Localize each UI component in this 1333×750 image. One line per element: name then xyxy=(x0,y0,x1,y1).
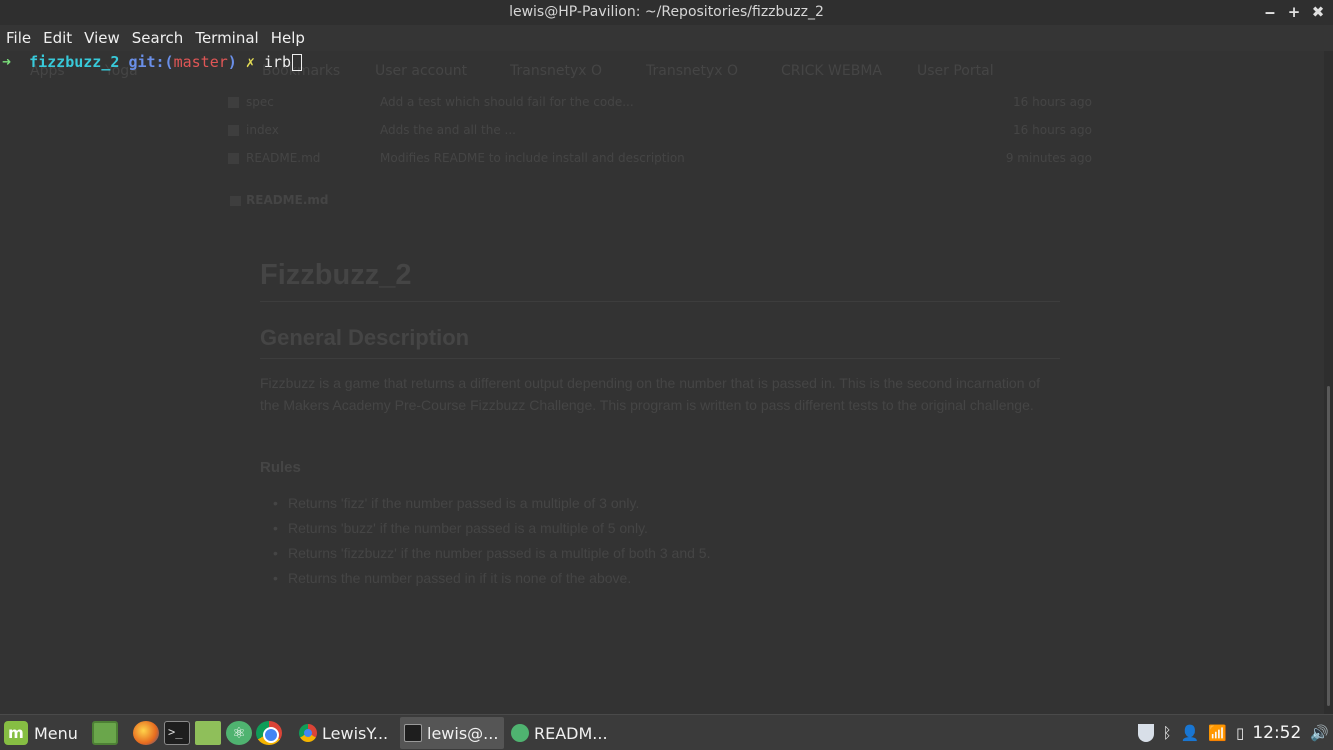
list-item: Returns 'fizzbuzz' if the number passed … xyxy=(273,541,710,566)
terminal-scrollbar[interactable] xyxy=(1324,51,1333,714)
commit-message: Modifies README to include install and d… xyxy=(380,151,685,165)
chrome-icon xyxy=(299,724,317,742)
prompt-branch: master xyxy=(173,53,228,71)
menu-file[interactable]: File xyxy=(6,29,31,47)
background-browser-ghost: Apps Yoga Bookmarks User account Transne… xyxy=(0,51,1324,714)
menu-view[interactable]: View xyxy=(84,29,120,47)
firefox-icon[interactable] xyxy=(133,721,159,745)
start-menu-button[interactable]: m Menu xyxy=(4,721,78,745)
commit-message: Adds the and all the ... xyxy=(380,123,516,137)
commit-message: Add a test which should fail for the cod… xyxy=(380,95,634,109)
menu-edit[interactable]: Edit xyxy=(43,29,72,47)
divider xyxy=(260,301,1060,302)
book-icon xyxy=(230,196,241,206)
file-row: index Adds the and all the ... 16 hours … xyxy=(228,121,1098,141)
taskbar: m Menu >_ ⚛ LewisY... lewis@... READM...… xyxy=(0,714,1333,750)
terminal-area[interactable]: Apps Yoga Bookmarks User account Transne… xyxy=(0,51,1324,714)
atom-icon xyxy=(511,724,529,742)
bookmark-item: User Portal xyxy=(917,63,994,79)
system-tray: ᛒ 👤 📶 ▯ 12:52 🔊 xyxy=(1137,715,1333,750)
file-name: README.md xyxy=(246,151,321,165)
menu-help[interactable]: Help xyxy=(271,29,305,47)
prompt-git-close: ) xyxy=(227,53,237,71)
minimize-button[interactable]: ‒ xyxy=(1263,2,1277,22)
wifi-icon[interactable]: 📶 xyxy=(1208,724,1227,742)
task-terminal-window[interactable]: lewis@... xyxy=(400,717,504,749)
prompt-arrow: ➜ xyxy=(2,53,12,71)
rules-list: Returns 'fizz' if the number passed is a… xyxy=(273,491,710,591)
file-icon xyxy=(228,153,239,164)
commit-age: 9 minutes ago xyxy=(1005,151,1092,165)
maximize-button[interactable]: + xyxy=(1287,2,1301,22)
typed-command: irb xyxy=(263,53,291,71)
shield-icon[interactable] xyxy=(1137,724,1154,742)
file-name: spec xyxy=(246,95,274,109)
list-item: Returns the number passed in if it is no… xyxy=(273,566,710,591)
menu-terminal[interactable]: Terminal xyxy=(195,29,258,47)
readme-title: Fizzbuzz_2 xyxy=(260,259,412,291)
file-row: spec Add a test which should fail for th… xyxy=(228,93,1098,113)
readme-subheading: Rules xyxy=(260,459,301,476)
folder-icon xyxy=(228,97,239,108)
readme-label: README.md xyxy=(246,193,329,207)
file-row: README.md Modifies README to include ins… xyxy=(228,149,1098,169)
window-title: lewis@HP-Pavilion: ~/Repositories/fizzbu… xyxy=(509,4,824,20)
bookmark-item: Transnetyx O xyxy=(510,63,603,79)
terminal-menubar: File Edit View Search Terminal Help xyxy=(0,25,1333,51)
volume-icon[interactable]: 🔊 xyxy=(1310,724,1329,742)
list-item: Returns 'buzz' if the number passed is a… xyxy=(273,516,710,541)
bookmark-item: Transnetyx O xyxy=(646,63,739,79)
commit-age: 16 hours ago xyxy=(1013,95,1092,109)
task-atom-window[interactable]: READM... xyxy=(507,717,611,749)
mint-logo-icon: m xyxy=(4,721,28,745)
file-icon xyxy=(228,125,239,136)
bluetooth-icon[interactable]: ᛒ xyxy=(1163,724,1172,742)
clock[interactable]: 12:52 xyxy=(1252,723,1301,743)
atom-icon[interactable]: ⚛ xyxy=(226,721,252,745)
list-item: Returns 'fizz' if the number passed is a… xyxy=(273,491,710,516)
task-chrome-window[interactable]: LewisY... xyxy=(295,717,397,749)
text-cursor xyxy=(292,53,302,71)
menu-search[interactable]: Search xyxy=(132,29,184,47)
close-button[interactable]: ✖ xyxy=(1311,2,1325,22)
task-label: LewisY... xyxy=(322,723,389,743)
chrome-icon[interactable] xyxy=(256,721,282,745)
shell-prompt[interactable]: ➜ fizzbuzz_2 git:(master) ✗ irb xyxy=(2,53,302,71)
task-label: lewis@... xyxy=(427,723,499,743)
commit-age: 16 hours ago xyxy=(1013,123,1092,137)
menu-label: Menu xyxy=(34,723,78,743)
files-icon[interactable] xyxy=(195,721,221,745)
prompt-git-label: git:( xyxy=(128,53,174,71)
prompt-directory: fizzbuzz_2 xyxy=(29,53,120,71)
battery-icon[interactable]: ▯ xyxy=(1236,724,1244,742)
user-icon[interactable]: 👤 xyxy=(1181,724,1200,742)
bookmark-item: User account xyxy=(375,63,468,79)
bookmark-item: CRICK WEBMA xyxy=(781,63,882,79)
terminal-icon xyxy=(404,724,422,742)
file-name: index xyxy=(246,123,279,137)
task-label: READM... xyxy=(534,723,608,743)
scrollbar-thumb[interactable] xyxy=(1327,386,1330,706)
terminal-icon[interactable]: >_ xyxy=(164,721,190,745)
window-titlebar[interactable]: lewis@HP-Pavilion: ~/Repositories/fizzbu… xyxy=(0,0,1333,25)
desktop: lewis@HP-Pavilion: ~/Repositories/fizzbu… xyxy=(0,0,1333,750)
readme-section-heading: General Description xyxy=(260,325,470,350)
divider xyxy=(260,358,1060,359)
readme-paragraph: Fizzbuzz is a game that returns a differ… xyxy=(260,375,1041,413)
prompt-dirty-marker: ✗ xyxy=(245,53,255,71)
show-desktop-icon[interactable] xyxy=(92,721,118,745)
